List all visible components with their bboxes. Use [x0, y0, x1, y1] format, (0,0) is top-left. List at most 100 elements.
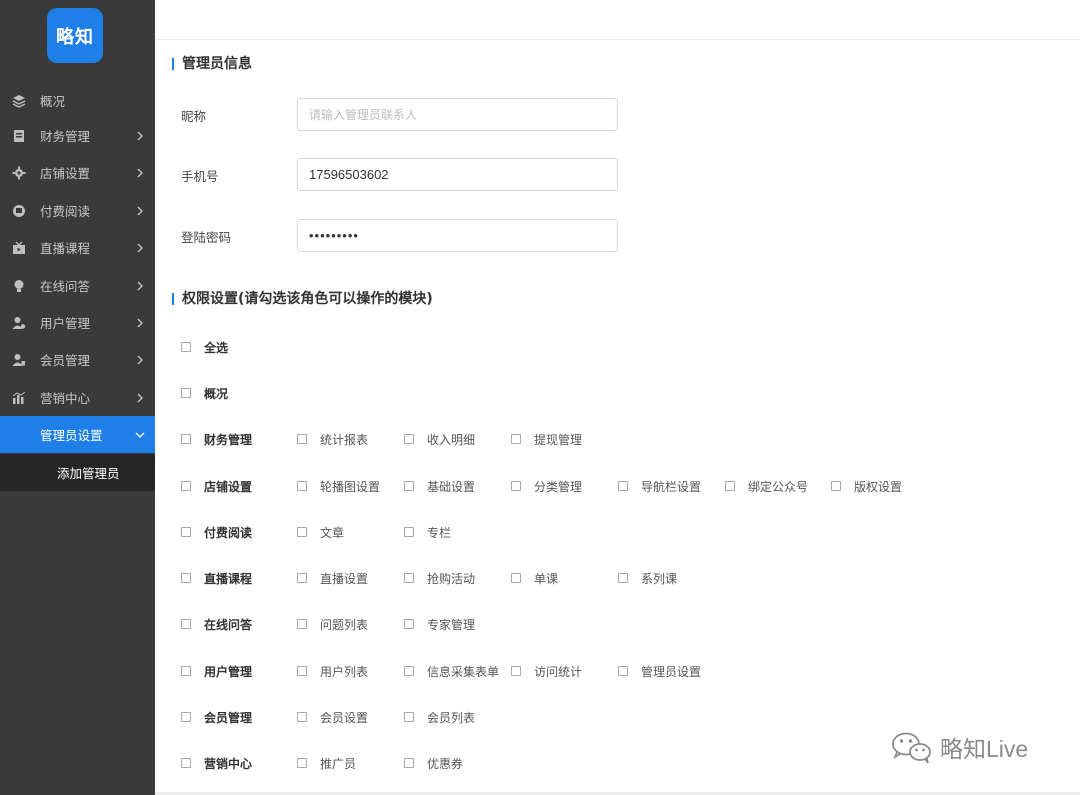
- permission-sub-checkbox[interactable]: [297, 434, 307, 444]
- permission-sub-checkbox[interactable]: [404, 527, 414, 537]
- permission-sub-checkbox[interactable]: [404, 712, 414, 722]
- permission-module-checkbox[interactable]: [181, 481, 191, 491]
- chevron-right-icon: [137, 168, 143, 177]
- permission-module-checkbox[interactable]: [181, 758, 191, 768]
- permission-sub-checkbox[interactable]: [831, 481, 841, 491]
- permission-row: 概况: [181, 385, 1061, 405]
- sidebar-item-finance[interactable]: 财务管理: [0, 117, 155, 154]
- sidebar-item-live-courses[interactable]: 直播课程: [0, 229, 155, 266]
- admin-info-title: 管理员信息: [172, 56, 252, 72]
- permission-module-label: 会员管理: [204, 711, 253, 725]
- app-logo[interactable]: 略知: [47, 8, 103, 63]
- permission-sub-label: 分类管理: [534, 480, 583, 494]
- ledger-icon: [14, 129, 24, 142]
- permissions-title: 权限设置(请勾选该角色可以操作的模块): [172, 291, 433, 307]
- permission-sub-label: 专家管理: [427, 618, 476, 632]
- logo-text: 略知: [56, 26, 94, 48]
- sidebar-item-online-qa[interactable]: 在线问答: [0, 267, 155, 304]
- sidebar-item-paid-reading[interactable]: 付费阅读: [0, 192, 155, 229]
- permission-sub-checkbox[interactable]: [618, 573, 628, 583]
- permission-sub-checkbox[interactable]: [511, 434, 521, 444]
- permission-sub-checkbox[interactable]: [297, 619, 307, 629]
- permission-row: 店铺设置 轮播图设置 基础设置 分类管理 导航栏设置 绑定公众号 版权设置: [181, 478, 1061, 498]
- permission-module-checkbox[interactable]: [181, 666, 191, 676]
- permission-sub-checkbox[interactable]: [618, 666, 628, 676]
- permission-sub-checkbox[interactable]: [404, 481, 414, 491]
- sidebar-item-admin-settings[interactable]: 管理员设置: [0, 416, 155, 453]
- chevron-right-icon: [137, 318, 143, 327]
- permission-sub-label: 直播设置: [320, 572, 369, 586]
- layers-icon: [12, 94, 26, 108]
- sidebar-item-label: 管理员设置: [40, 428, 103, 443]
- permission-sub-label: 基础设置: [427, 480, 476, 494]
- permission-sub-checkbox[interactable]: [618, 481, 628, 491]
- permission-row: 在线问答 问题列表 专家管理: [181, 616, 1061, 636]
- permission-sub-checkbox[interactable]: [725, 481, 735, 491]
- sidebar-item-overview[interactable]: 概况: [0, 82, 155, 119]
- sidebar-item-label: 会员管理: [40, 353, 91, 368]
- sidebar-item-member-management[interactable]: 会员管理: [0, 341, 155, 378]
- sidebar-item-label: 用户管理: [40, 316, 91, 331]
- sidebar-subitem-label: 添加管理员: [57, 466, 120, 481]
- permission-module-checkbox[interactable]: [181, 619, 191, 629]
- chevron-down-icon: [135, 432, 145, 438]
- password-input[interactable]: [297, 219, 618, 252]
- sidebar-item-marketing-center[interactable]: 营销中心: [0, 379, 155, 416]
- permission-sub-label: 单课: [534, 572, 559, 586]
- chevron-right-icon: [137, 206, 143, 215]
- permission-sub-checkbox[interactable]: [511, 481, 521, 491]
- select-all-checkbox[interactable]: [181, 342, 191, 352]
- permission-sub-label: 用户列表: [320, 665, 369, 679]
- permission-sub-checkbox[interactable]: [511, 666, 521, 676]
- permission-module-checkbox[interactable]: [181, 527, 191, 537]
- permission-sub-label: 版权设置: [854, 480, 903, 494]
- sidebar-item-label: 在线问答: [40, 279, 91, 294]
- permission-sub-checkbox[interactable]: [404, 758, 414, 768]
- chevron-right-icon: [137, 281, 143, 290]
- watermark-text: 略知Live: [940, 736, 1029, 762]
- nickname-input[interactable]: [297, 98, 618, 131]
- sidebar-item-label: 概况: [40, 94, 66, 109]
- sidebar-item-label: 店铺设置: [40, 166, 91, 181]
- sidebar-item-label: 财务管理: [40, 129, 91, 144]
- permission-module-label: 店铺设置: [204, 480, 253, 494]
- permission-sub-checkbox[interactable]: [297, 573, 307, 583]
- permission-module-checkbox[interactable]: [181, 573, 191, 583]
- permission-sub-checkbox[interactable]: [404, 666, 414, 676]
- permission-module-label: 在线问答: [204, 618, 253, 632]
- permission-sub-checkbox[interactable]: [404, 573, 414, 583]
- permission-sub-label: 专栏: [427, 526, 452, 540]
- permission-sub-checkbox[interactable]: [297, 481, 307, 491]
- phone-input[interactable]: [297, 158, 618, 191]
- permission-sub-label: 系列课: [641, 572, 678, 586]
- sidebar-item-label: 付费阅读: [40, 204, 91, 219]
- permission-sub-label: 文章: [320, 526, 345, 540]
- permission-module-label: 直播课程: [204, 572, 253, 586]
- permission-sub-checkbox[interactable]: [297, 758, 307, 768]
- permission-sub-label: 信息采集表单: [427, 665, 500, 679]
- permission-sub-checkbox[interactable]: [404, 619, 414, 629]
- sidebar-subitem-add-admin[interactable]: 添加管理员: [0, 454, 155, 491]
- nickname-label: 昵称: [181, 109, 207, 124]
- permission-sub-checkbox[interactable]: [297, 712, 307, 722]
- top-bar: [155, 0, 1080, 40]
- sidebar-item-user-management[interactable]: 用户管理: [0, 304, 155, 341]
- password-label: 登陆密码: [181, 230, 232, 245]
- permission-sub-label: 导航栏设置: [641, 480, 702, 494]
- permission-sub-checkbox[interactable]: [297, 666, 307, 676]
- sidebar-item-store-settings[interactable]: 店铺设置: [0, 154, 155, 191]
- permission-module-checkbox[interactable]: [181, 712, 191, 722]
- permission-sub-checkbox[interactable]: [404, 434, 414, 444]
- permission-sub-label: 管理员设置: [641, 665, 702, 679]
- sidebar-item-label: 营销中心: [40, 391, 91, 406]
- permission-sub-checkbox[interactable]: [297, 527, 307, 537]
- permission-sub-label: 问题列表: [320, 618, 369, 632]
- reading-icon: [13, 204, 25, 217]
- sidebar-item-label: 直播课程: [40, 241, 91, 256]
- permission-module-checkbox[interactable]: [181, 434, 191, 444]
- permission-module-checkbox[interactable]: [181, 388, 191, 398]
- user-gear-icon: [12, 316, 26, 329]
- member-icon: [12, 353, 25, 366]
- permission-sub-checkbox[interactable]: [511, 573, 521, 583]
- permission-row: 会员管理 会员设置 会员列表: [181, 709, 1061, 729]
